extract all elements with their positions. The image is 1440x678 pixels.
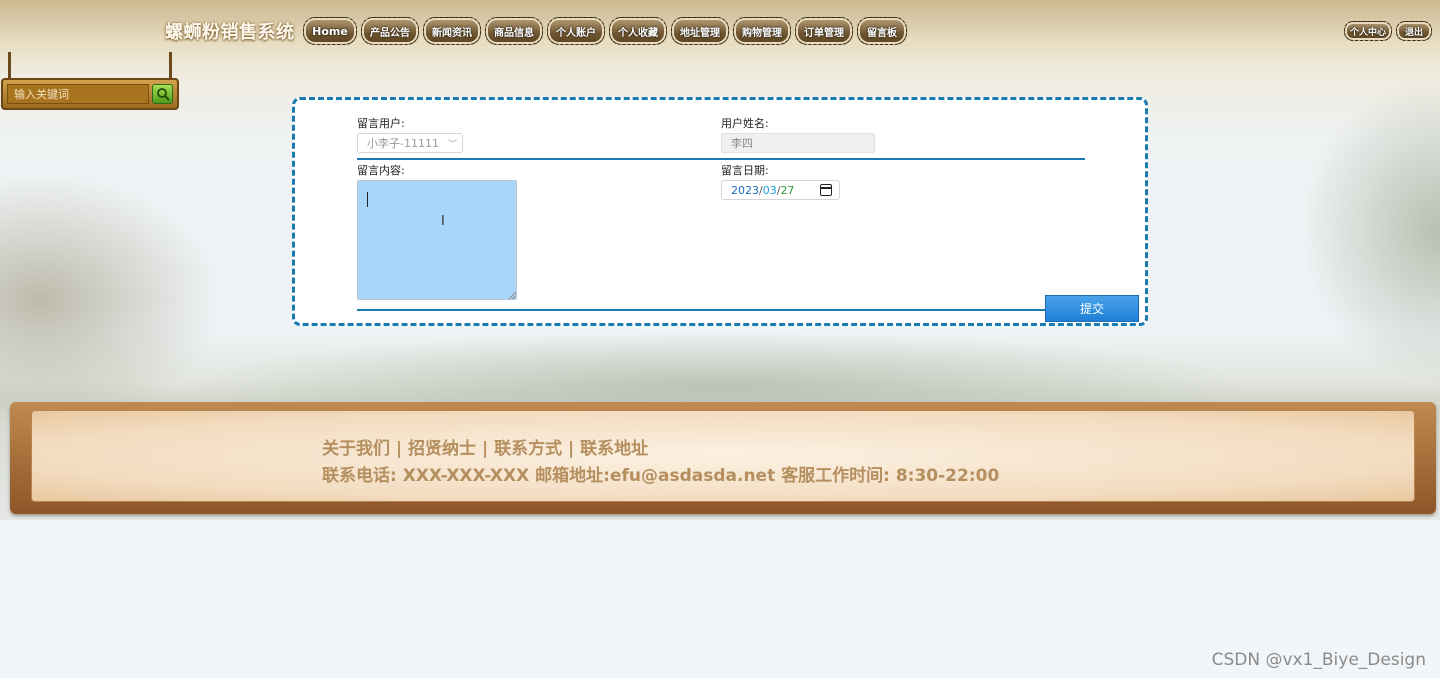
date-label: 留言日期: — [721, 164, 769, 177]
watermark: CSDN @vx1_Biye_Design — [1211, 650, 1426, 670]
username-value: 李四 — [731, 137, 753, 150]
date-month: 03 — [762, 183, 777, 197]
text-caret — [367, 192, 368, 207]
user-nav: 个人中心 退出 — [1343, 21, 1432, 41]
logout-button[interactable]: 退出 — [1396, 21, 1432, 41]
user-select[interactable]: 小李子-11111 ﹀ — [357, 133, 463, 153]
nav-cart[interactable]: 购物管理 — [733, 17, 791, 45]
user-center-button[interactable]: 个人中心 — [1343, 21, 1392, 41]
main-nav: Home 产品公告 新闻资讯 商品信息 个人账户 个人收藏 地址管理 购物管理 … — [303, 17, 907, 45]
footer-panel: 关于我们 | 招贤纳士 | 联系方式 | 联系地址 联系电话: XXX-XXX-… — [31, 410, 1415, 502]
nav-products[interactable]: 商品信息 — [485, 17, 543, 45]
chevron-down-icon: ﹀ — [447, 140, 457, 150]
name-label: 用户姓名: — [721, 117, 769, 130]
message-form: 留言用户: 小李子-11111 ﹀ 用户姓名: 李四 留言内容: I 留言日期:… — [292, 97, 1148, 326]
user-label: 留言用户: — [357, 117, 405, 130]
search-button[interactable] — [152, 84, 173, 104]
nav-account[interactable]: 个人账户 — [547, 17, 605, 45]
message-date-input[interactable]: 2023/03/27 — [721, 180, 840, 200]
resize-handle[interactable] — [509, 292, 516, 299]
search-input[interactable] — [7, 84, 149, 104]
site-title: 螺蛳粉销售系统 — [165, 22, 295, 43]
footer-contact: 联系电话: XXX-XXX-XXX 邮箱地址:efu@asdasda.net 客… — [322, 466, 1000, 486]
username-field[interactable]: 李四 — [721, 133, 875, 153]
nav-favorites[interactable]: 个人收藏 — [609, 17, 667, 45]
content-label: 留言内容: — [357, 164, 405, 177]
footer-board: 关于我们 | 招贤纳士 | 联系方式 | 联系地址 联系电话: XXX-XXX-… — [10, 402, 1436, 514]
divider — [357, 158, 1085, 160]
footer-links: 关于我们 | 招贤纳士 | 联系方式 | 联系地址 — [322, 439, 649, 459]
search-icon — [156, 88, 170, 101]
divider — [357, 309, 1085, 311]
message-content-textarea[interactable] — [357, 180, 517, 300]
submit-button[interactable]: 提交 — [1045, 295, 1139, 322]
nav-orders[interactable]: 订单管理 — [795, 17, 853, 45]
user-select-value: 小李子-11111 — [367, 137, 439, 150]
search-sign — [1, 78, 179, 110]
nav-product-announcement[interactable]: 产品公告 — [361, 17, 419, 45]
date-day: 27 — [780, 183, 795, 197]
calendar-icon[interactable] — [820, 184, 832, 196]
nav-home[interactable]: Home — [303, 17, 357, 45]
nav-address[interactable]: 地址管理 — [671, 17, 729, 45]
nav-message-board[interactable]: 留言板 — [857, 17, 907, 45]
text-cursor-icon: I — [441, 214, 445, 229]
date-year: 2023 — [731, 183, 759, 197]
nav-news[interactable]: 新闻资讯 — [423, 17, 481, 45]
